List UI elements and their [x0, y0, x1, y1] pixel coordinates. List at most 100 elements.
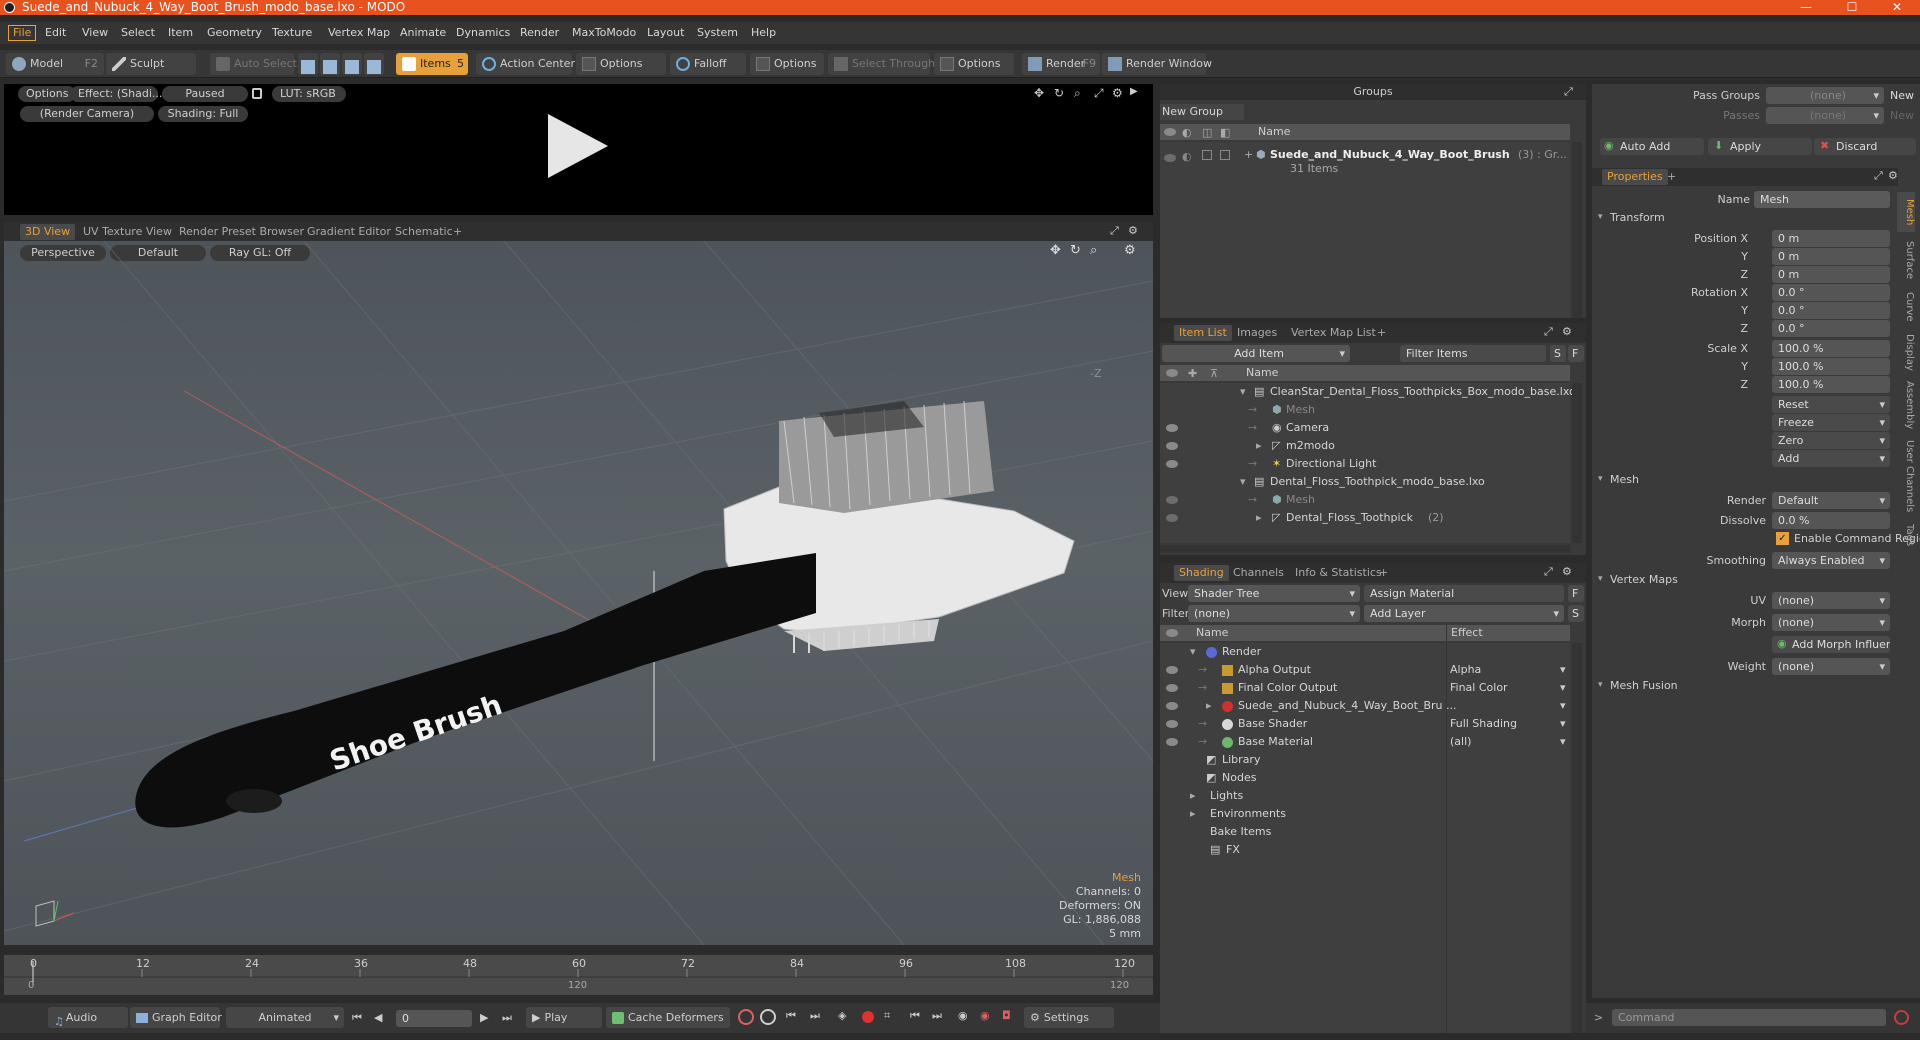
menu-file[interactable]: File [8, 25, 37, 41]
record-toggle-icon[interactable]: ◉ [980, 1009, 990, 1022]
materials-mode-button[interactable] [364, 53, 384, 75]
3d-viewport[interactable]: Perspective Default Ray GL: Off ✥ ↻ ⌕ ⚙ [4, 241, 1153, 945]
item-row[interactable]: ▸ ◸ m2modo [1160, 437, 1570, 455]
model-mode-button[interactable]: Model F2 [6, 53, 104, 75]
tab-uv-texture-view[interactable]: UV Texture View [78, 224, 177, 240]
select-checkbox[interactable] [1220, 150, 1230, 160]
gear-icon[interactable]: ⚙ [1562, 565, 1572, 578]
tab-render-preset-browser[interactable]: Render Preset Browser [174, 224, 309, 240]
first-frame-icon[interactable]: ⏮ [352, 1011, 362, 1025]
side-tab-surface[interactable]: Surface [1897, 236, 1915, 284]
enable-command-regions-checkbox[interactable]: ✓ [1776, 532, 1789, 545]
lock-column-icon[interactable]: ✚ [1188, 367, 1197, 380]
tab-shading[interactable]: Shading [1174, 565, 1229, 581]
lut-dropdown[interactable]: LUT: sRGB [272, 86, 346, 102]
tab-channels[interactable]: Channels [1228, 565, 1289, 581]
menu-system[interactable]: System [693, 25, 742, 41]
menu-dynamics[interactable]: Dynamics [452, 25, 514, 41]
maximize-button[interactable]: ☐ [1829, 0, 1875, 15]
menu-view[interactable]: View [78, 25, 112, 41]
render-camera-dropdown[interactable]: (Render Camera) [20, 106, 154, 122]
morph-dropdown[interactable]: (none) [1772, 614, 1890, 631]
graph-editor-button[interactable]: Graph Editor [130, 1007, 222, 1028]
scale-x-input[interactable]: 100.0 % [1772, 340, 1890, 357]
command-input[interactable]: Command [1612, 1009, 1886, 1026]
auto-add-button[interactable]: Auto Add [1600, 138, 1704, 155]
gear-icon[interactable]: ⚙ [1128, 224, 1138, 237]
next-marker-icon[interactable]: ⏭ [932, 1009, 942, 1023]
apply-button[interactable]: Apply [1708, 138, 1812, 155]
eye-icon[interactable] [1164, 128, 1176, 136]
dissolve-input[interactable]: 0.0 % [1772, 512, 1890, 529]
weight-dropdown[interactable]: (none) [1772, 658, 1890, 675]
add-layer-dropdown[interactable]: Add Layer [1364, 605, 1564, 622]
tab-images[interactable]: Images [1232, 325, 1282, 341]
shading-effect-column[interactable]: Effect [1446, 625, 1483, 641]
freeze-dropdown[interactable]: Freeze [1772, 414, 1890, 431]
action-center-button[interactable]: Action Center [476, 53, 575, 75]
render-toggle-icon[interactable]: ◐ [1182, 126, 1192, 139]
render-button[interactable]: Render F9 [1022, 53, 1100, 75]
shader-row[interactable]: ▾ Render [1160, 643, 1570, 661]
select-column-icon[interactable]: ◧ [1220, 126, 1230, 139]
select-through-button[interactable]: Select Through [828, 53, 935, 75]
falloff-button[interactable]: Falloff [670, 53, 746, 75]
filter-dropdown[interactable]: (none) [1188, 605, 1360, 622]
side-tab-mesh[interactable]: Mesh [1897, 192, 1915, 232]
shading-dropdown[interactable]: Shading: Full [158, 106, 248, 122]
add-item-dropdown[interactable]: Add Item [1162, 345, 1350, 362]
side-tab-curve[interactable]: Curve [1897, 288, 1915, 326]
close-button[interactable]: ✕ [1874, 0, 1920, 15]
mesh-fusion-section[interactable]: Mesh Fusion [1610, 678, 1678, 694]
gear-icon[interactable]: ⚙ [1112, 86, 1123, 100]
add-tab-button[interactable]: + [1374, 565, 1393, 581]
command-clear-icon[interactable] [1894, 1010, 1909, 1025]
collapse-icon[interactable]: ▾ [1598, 680, 1603, 690]
collapse-icon[interactable]: ▾ [1598, 474, 1603, 484]
scale-z-input[interactable]: 100.0 % [1772, 376, 1890, 393]
shading-scrollbar[interactable] [1572, 643, 1582, 1033]
shader-row[interactable]: ▤ FX [1160, 841, 1570, 859]
menu-vertex-map[interactable]: Vertex Map [324, 25, 394, 41]
menu-animate[interactable]: Animate [396, 25, 450, 41]
f-button[interactable]: F [1568, 585, 1584, 602]
itemlist-name-column[interactable]: Name [1160, 365, 1570, 381]
tab-properties[interactable]: Properties [1602, 169, 1668, 185]
expand-icon[interactable]: ▸ [1206, 697, 1212, 715]
polygons-mode-button[interactable] [342, 53, 362, 75]
maximize-view-icon[interactable]: ⤢ [1094, 86, 1104, 101]
vertex-maps-section[interactable]: Vertex Maps [1610, 572, 1678, 588]
add-tab-button[interactable]: + [448, 224, 467, 240]
eye-icon[interactable] [1164, 154, 1176, 162]
expand-icon[interactable]: ▸ [1256, 437, 1262, 455]
sculpt-mode-button[interactable]: Sculpt [106, 53, 196, 75]
passes-dropdown[interactable]: (none) [1766, 107, 1884, 124]
name-input[interactable]: Mesh [1754, 191, 1890, 208]
shader-row[interactable]: ▸ Lights [1160, 787, 1570, 805]
gear-icon[interactable]: ⚙ [1562, 325, 1572, 338]
shader-row[interactable]: ▸ Suede_and_Nubuck_4_Way_Boot_Bru ... ▾ [1160, 697, 1570, 715]
maximize-panel-icon[interactable]: ⤢ [1564, 85, 1573, 99]
eye-icon[interactable] [1166, 460, 1178, 468]
gear-icon[interactable]: ⚙ [1888, 169, 1898, 182]
lock-checkbox[interactable] [1202, 150, 1212, 160]
position-x-input[interactable]: 0 m [1772, 230, 1890, 247]
eye-icon[interactable] [1166, 684, 1178, 692]
action-center-options-button[interactable]: Options [576, 53, 666, 75]
zero-dropdown[interactable]: Zero [1772, 432, 1890, 449]
chevron-right-icon[interactable]: ▶ [1130, 86, 1138, 97]
record-icon[interactable] [862, 1011, 874, 1023]
select-options-button[interactable]: Options [934, 53, 1014, 75]
render-toggle-icon[interactable]: ◐ [1182, 150, 1192, 163]
eye-icon[interactable] [1166, 514, 1178, 522]
chevron-down-icon[interactable]: ▾ [1560, 679, 1566, 697]
render-dropdown[interactable]: Default [1772, 492, 1890, 509]
auto-select-button[interactable]: Auto Select [210, 53, 297, 75]
tab-gradient-editor[interactable]: Gradient Editor [302, 224, 396, 240]
maximize-panel-icon[interactable]: ⤢ [1110, 224, 1119, 238]
lock-icon[interactable] [252, 88, 262, 99]
preview-paused-button[interactable]: Paused [162, 86, 248, 102]
record-key-icon[interactable] [738, 1009, 754, 1025]
tab-3d-view[interactable]: 3D View [20, 224, 76, 240]
eye-icon[interactable] [1166, 702, 1178, 710]
